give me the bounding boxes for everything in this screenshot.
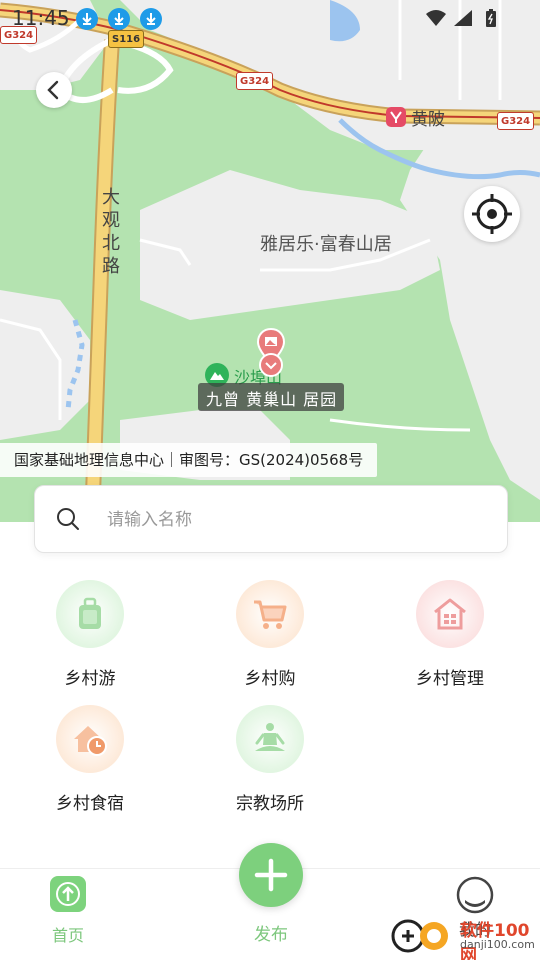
category-rural-lodging[interactable]: 乡村食宿 — [20, 705, 160, 825]
search-icon — [57, 508, 79, 530]
category-label: 乡村购 — [244, 669, 296, 689]
publish-label: 发布 — [254, 925, 288, 945]
home-arrow-icon — [50, 876, 86, 912]
back-button[interactable] — [36, 72, 72, 108]
metro-station-icon — [386, 107, 406, 127]
plus-icon — [254, 858, 288, 892]
pin-label: 九曾 黄巢山 居园 — [206, 390, 338, 409]
search-input[interactable] — [107, 503, 487, 537]
download-icon — [140, 8, 162, 30]
area-label-fuchun: 雅居乐·富春山居 — [260, 234, 392, 255]
profile-icon — [456, 876, 494, 914]
map-pin-icon[interactable] — [255, 327, 287, 379]
highway-shield-g324-right: G324 — [497, 112, 535, 130]
download-icon — [108, 8, 130, 30]
download-icon — [76, 8, 98, 30]
map-copyright: 国家基础地理信息中心｜审图号：GS(2024)0568号 — [0, 443, 378, 477]
luggage-icon — [79, 597, 101, 629]
locate-button[interactable] — [464, 186, 520, 242]
watermark-sub: danji100.com — [460, 938, 535, 951]
nav-home-label: 首页 — [51, 926, 84, 945]
category-label: 乡村游 — [64, 669, 116, 689]
category-label: 乡村食宿 — [56, 794, 124, 814]
category-label: 宗教场所 — [236, 794, 304, 814]
category-religious-sites[interactable]: 宗教场所 — [200, 705, 340, 825]
publish-button[interactable] — [239, 843, 303, 907]
place-label-huangpi: 黄陂 — [411, 110, 445, 130]
watermark-icon — [391, 919, 448, 953]
highway-shield-g324-mid: G324 — [236, 72, 274, 90]
map-view[interactable]: 大观北路 雅居乐·富春山居 黄陂 G324 S116 G324 G324 11:… — [0, 0, 540, 522]
search-box[interactable] — [34, 485, 508, 553]
category-rural-shopping[interactable]: 乡村购 — [200, 580, 340, 700]
meditation-icon — [255, 723, 285, 751]
house-grid-icon — [434, 598, 466, 630]
status-time: 11:45 — [12, 6, 70, 30]
category-rural-management[interactable]: 乡村管理 — [380, 580, 520, 700]
category-label: 乡村管理 — [416, 669, 484, 689]
watermark-logo: 软件100网 danji100.com — [388, 914, 538, 960]
category-rural-tour[interactable]: 乡村游 — [20, 580, 160, 700]
shopping-cart-icon — [254, 600, 287, 629]
status-icons — [424, 8, 502, 32]
battery-icon — [486, 9, 496, 27]
signal-icon — [454, 10, 472, 26]
nav-home[interactable]: 首页 — [30, 876, 106, 946]
chevron-left-icon — [47, 80, 59, 100]
road-label-daguan-north: 大观北路 — [102, 187, 120, 277]
status-bar: 11:45 — [0, 0, 540, 36]
crosshair-icon — [472, 194, 512, 234]
house-clock-icon — [74, 726, 107, 756]
wifi-icon — [426, 10, 446, 26]
